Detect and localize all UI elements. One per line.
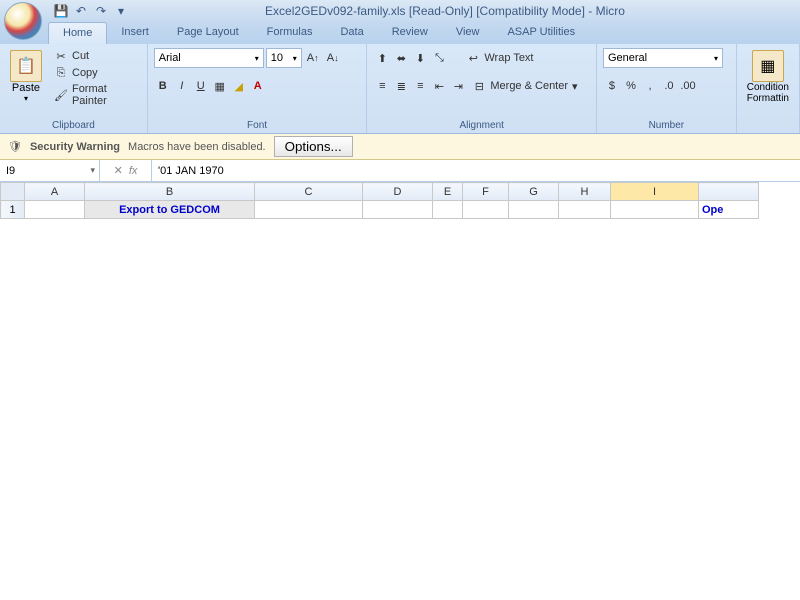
group-label-clipboard: Clipboard bbox=[6, 118, 141, 131]
copy-icon: ⎘ bbox=[54, 66, 68, 80]
font-color-button[interactable]: A bbox=[249, 76, 267, 96]
font-size-select[interactable]: 10 ▾ bbox=[266, 48, 302, 68]
select-all-corner[interactable] bbox=[1, 183, 25, 201]
chevron-down-icon: ▾ bbox=[24, 94, 28, 103]
col-header-A[interactable]: A bbox=[25, 183, 85, 201]
fill-color-button[interactable]: ◢ bbox=[230, 76, 248, 96]
indent-dec-button[interactable]: ⇤ bbox=[430, 76, 448, 96]
brush-icon: 🖌 bbox=[54, 88, 68, 102]
cell[interactable] bbox=[463, 201, 509, 219]
col-header-F[interactable]: F bbox=[463, 183, 509, 201]
export-gedcom-button[interactable]: Export to GEDCOM bbox=[85, 201, 255, 219]
tab-insert[interactable]: Insert bbox=[107, 22, 163, 44]
underline-button[interactable]: U bbox=[192, 76, 210, 96]
number-format-select[interactable]: General▾ bbox=[603, 48, 723, 68]
redo-icon[interactable]: ↷ bbox=[92, 2, 110, 20]
align-top-button[interactable]: ⬆ bbox=[373, 48, 391, 68]
paste-label: Paste bbox=[12, 82, 40, 94]
formula-bar: I9 ✕ fx '01 JAN 1970 bbox=[0, 160, 800, 182]
quick-access-toolbar: 💾 ↶ ↷ ▾ bbox=[52, 2, 130, 20]
cell[interactable] bbox=[433, 201, 463, 219]
cell[interactable] bbox=[611, 201, 699, 219]
tab-data[interactable]: Data bbox=[326, 22, 377, 44]
open-link[interactable]: Ope bbox=[699, 201, 759, 219]
col-header-D[interactable]: D bbox=[363, 183, 433, 201]
group-label-alignment: Alignment bbox=[373, 118, 590, 131]
group-label-font: Font bbox=[154, 118, 361, 131]
paste-button[interactable]: 📋 Paste ▾ bbox=[6, 48, 46, 105]
col-header-G[interactable]: G bbox=[509, 183, 559, 201]
shrink-font-button[interactable]: A↓ bbox=[324, 48, 342, 68]
cell[interactable] bbox=[509, 201, 559, 219]
copy-button[interactable]: ⎘Copy bbox=[50, 65, 141, 81]
tab-view[interactable]: View bbox=[442, 22, 494, 44]
cell[interactable] bbox=[25, 201, 85, 219]
shield-icon: 🛡 bbox=[8, 140, 22, 153]
comma-button[interactable]: , bbox=[641, 76, 659, 96]
format-painter-button[interactable]: 🖌Format Painter bbox=[50, 82, 141, 108]
border-button[interactable]: ▦ bbox=[211, 76, 229, 96]
col-header-C[interactable]: C bbox=[255, 183, 363, 201]
col-header-j[interactable] bbox=[699, 183, 759, 201]
security-message: Macros have been disabled. bbox=[128, 141, 266, 153]
align-middle-button[interactable]: ⬌ bbox=[392, 48, 410, 68]
cut-icon: ✂ bbox=[54, 49, 68, 63]
paste-icon: 📋 bbox=[10, 50, 42, 82]
tab-home[interactable]: Home bbox=[48, 22, 107, 44]
cell[interactable] bbox=[559, 201, 611, 219]
currency-button[interactable]: $ bbox=[603, 76, 621, 96]
col-header-I[interactable]: I bbox=[611, 183, 699, 201]
ribbon-tabs: HomeInsertPage LayoutFormulasDataReviewV… bbox=[0, 22, 800, 44]
indent-inc-button[interactable]: ⇥ bbox=[449, 76, 467, 96]
tab-page-layout[interactable]: Page Layout bbox=[163, 22, 253, 44]
cond-label: Condition Formattin bbox=[747, 82, 789, 104]
title-bar: 💾 ↶ ↷ ▾ Excel2GEDv092-family.xls [Read-O… bbox=[0, 0, 800, 22]
group-label-number: Number bbox=[603, 118, 730, 131]
conditional-formatting-button[interactable]: ▦ Condition Formattin bbox=[743, 48, 793, 106]
align-right-button[interactable]: ≡ bbox=[411, 76, 429, 96]
save-icon[interactable]: 💾 bbox=[52, 2, 70, 20]
wrap-text-button[interactable]: ↩Wrap Text bbox=[462, 48, 537, 68]
formula-icons: ✕ fx bbox=[100, 160, 152, 181]
security-title: Security Warning bbox=[30, 141, 120, 153]
tab-asap-utilities[interactable]: ASAP Utilities bbox=[493, 22, 589, 44]
undo-icon[interactable]: ↶ bbox=[72, 2, 90, 20]
qat-dropdown-icon[interactable]: ▾ bbox=[112, 2, 130, 20]
cancel-icon[interactable]: ✕ bbox=[114, 164, 123, 177]
font-name-select[interactable]: Arial ▾ bbox=[154, 48, 264, 68]
percent-button[interactable]: % bbox=[622, 76, 640, 96]
align-bottom-button[interactable]: ⬇ bbox=[411, 48, 429, 68]
bold-button[interactable]: B bbox=[154, 76, 172, 96]
office-button[interactable] bbox=[4, 2, 42, 40]
col-header-E[interactable]: E bbox=[433, 183, 463, 201]
name-box[interactable]: I9 bbox=[0, 160, 100, 181]
inc-decimal-button[interactable]: .0 bbox=[660, 76, 678, 96]
tab-formulas[interactable]: Formulas bbox=[253, 22, 327, 44]
fx-icon[interactable]: fx bbox=[129, 165, 138, 177]
align-left-button[interactable]: ≡ bbox=[373, 76, 391, 96]
italic-button[interactable]: I bbox=[173, 76, 191, 96]
ribbon: 📋 Paste ▾ ✂Cut ⎘Copy 🖌Format Painter Cli… bbox=[0, 44, 800, 134]
window-title: Excel2GEDv092-family.xls [Read-Only] [Co… bbox=[130, 4, 800, 18]
dec-decimal-button[interactable]: .00 bbox=[679, 76, 697, 96]
merge-center-button[interactable]: ⊟Merge & Center ▾ bbox=[468, 76, 581, 96]
grow-font-button[interactable]: A↑ bbox=[304, 48, 322, 68]
cond-format-icon: ▦ bbox=[752, 50, 784, 82]
row-header[interactable]: 1 bbox=[1, 201, 25, 219]
formula-input[interactable]: '01 JAN 1970 bbox=[152, 160, 800, 181]
col-header-H[interactable]: H bbox=[559, 183, 611, 201]
security-options-button[interactable]: Options... bbox=[274, 136, 353, 157]
worksheet-grid[interactable]: ABCDEFGHI 1 Export to GEDCOM Ope bbox=[0, 182, 800, 219]
security-warning-bar: 🛡 Security Warning Macros have been disa… bbox=[0, 134, 800, 160]
wrap-icon: ↩ bbox=[466, 51, 480, 65]
tab-review[interactable]: Review bbox=[378, 22, 442, 44]
cell[interactable] bbox=[255, 201, 363, 219]
cell[interactable] bbox=[363, 201, 433, 219]
col-header-B[interactable]: B bbox=[85, 183, 255, 201]
align-center-button[interactable]: ≣ bbox=[392, 76, 410, 96]
merge-icon: ⊟ bbox=[472, 79, 486, 93]
cut-button[interactable]: ✂Cut bbox=[50, 48, 141, 64]
orientation-button[interactable]: ⤡ bbox=[430, 48, 448, 68]
